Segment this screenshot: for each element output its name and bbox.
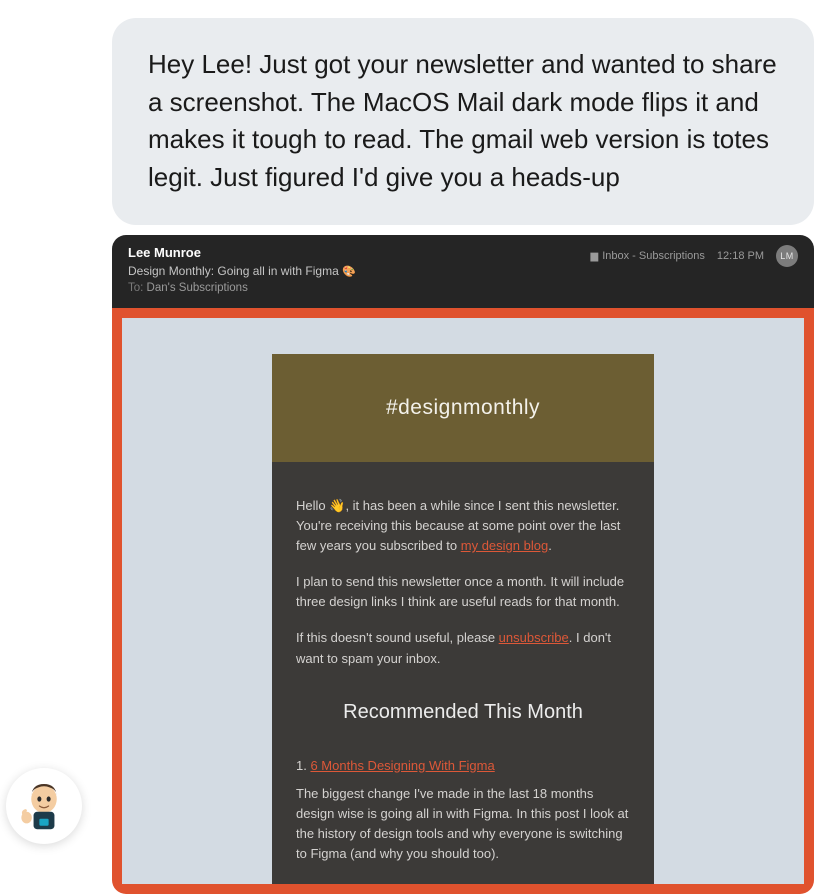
mail-time: 12:18 PM — [717, 250, 764, 262]
mail-subject-text: Design Monthly: Going all in with Figma — [128, 264, 342, 278]
chat-sender-avatar — [6, 768, 82, 844]
wave-icon: 👋 — [329, 498, 345, 513]
email-inner-frame: #designmonthly Hello 👋, it has been a wh… — [122, 318, 804, 885]
newsletter-plan: I plan to send this newsletter once a mo… — [296, 572, 630, 612]
newsletter-unsub: If this doesn't sound useful, please uns… — [296, 628, 630, 668]
newsletter-body: Hello 👋, it has been a while since I sen… — [272, 462, 654, 885]
cartoon-avatar-icon — [15, 777, 73, 835]
avatar: LM — [776, 245, 798, 267]
folder-icon: ▆ — [590, 251, 598, 262]
item-number: 1. — [296, 758, 310, 773]
email-outer-frame: #designmonthly Hello 👋, it has been a wh… — [112, 308, 814, 894]
mail-to-label: To: — [128, 282, 147, 294]
mail-folder-label: Inbox - Subscriptions — [602, 250, 705, 262]
mail-client-header: Lee Munroe Design Monthly: Going all in … — [112, 235, 814, 308]
unsubscribe-link[interactable]: unsubscribe — [499, 630, 569, 645]
newsletter-item-1-heading: 1. 6 Months Designing With Figma — [296, 756, 630, 776]
newsletter-banner: #designmonthly — [272, 354, 654, 462]
newsletter-intro: Hello 👋, it has been a while since I sen… — [296, 496, 630, 556]
mail-to-line: To: Dan's Subscriptions — [128, 282, 798, 294]
newsletter-container: #designmonthly Hello 👋, it has been a wh… — [272, 354, 654, 885]
chat-message-bubble: Hey Lee! Just got your newsletter and wa… — [112, 18, 814, 225]
palette-icon: 🎨 — [342, 266, 356, 278]
newsletter-item-1-desc: The biggest change I've made in the last… — [296, 784, 630, 865]
mail-folder: ▆ Inbox - Subscriptions — [590, 250, 704, 262]
intro-end: . — [548, 538, 552, 553]
unsub-pre: If this doesn't sound useful, please — [296, 630, 499, 645]
mail-meta-row: ▆ Inbox - Subscriptions 12:18 PM LM — [590, 245, 798, 267]
screenshot-container: Lee Munroe Design Monthly: Going all in … — [112, 235, 814, 894]
mail-to-value: Dan's Subscriptions — [147, 282, 248, 294]
item-title-link[interactable]: 6 Months Designing With Figma — [310, 758, 494, 773]
intro-post: , it has been a while since I sent this … — [296, 498, 620, 553]
newsletter-section-title: Recommended This Month — [296, 697, 630, 728]
newsletter-hashtag: #designmonthly — [386, 396, 540, 420]
blog-link[interactable]: my design blog — [461, 538, 548, 553]
chat-message-text: Hey Lee! Just got your newsletter and wa… — [148, 49, 777, 192]
avatar-initials: LM — [780, 251, 794, 261]
intro-pre: Hello — [296, 498, 329, 513]
